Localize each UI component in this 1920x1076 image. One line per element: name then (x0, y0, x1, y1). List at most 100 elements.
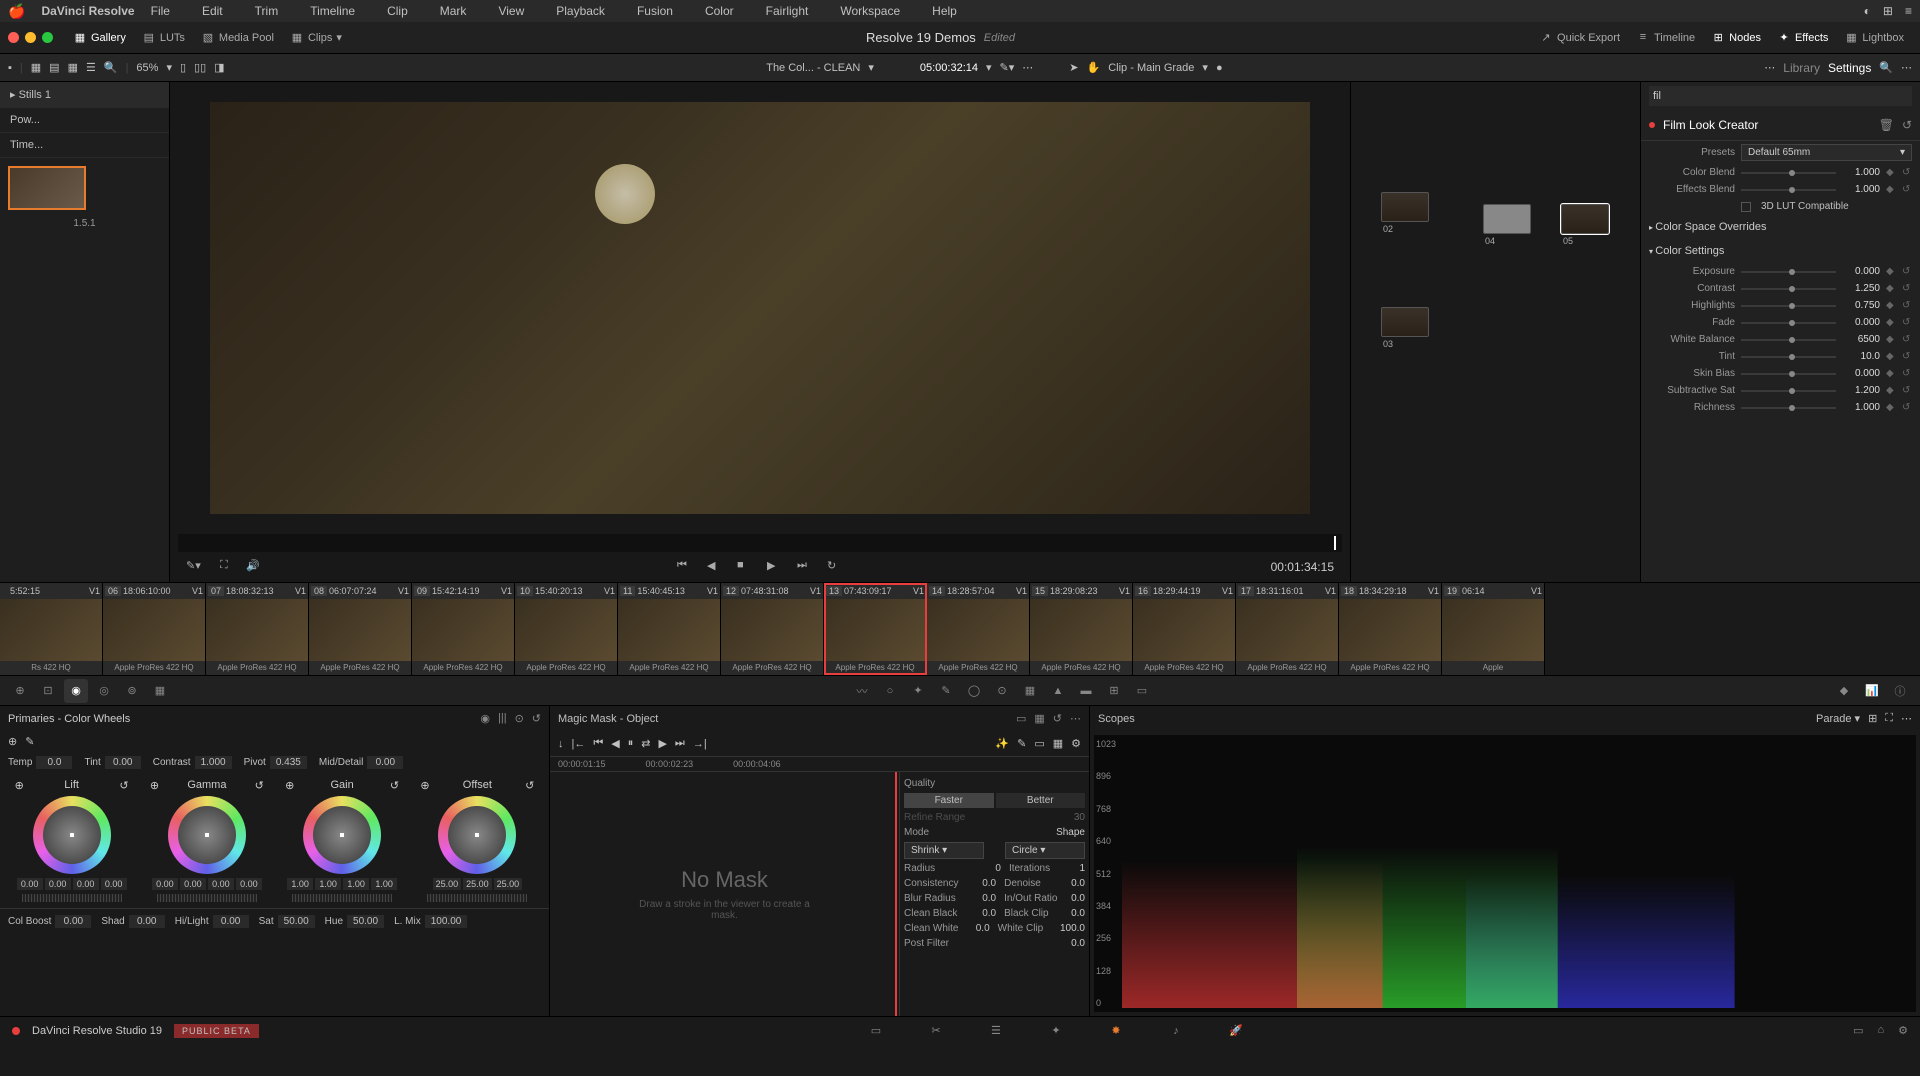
quick-export-button[interactable]: ↗Quick Export (1531, 27, 1628, 49)
reset-icon[interactable]: ↺ (1902, 184, 1912, 195)
tool-icon[interactable]: ⊚ (120, 679, 144, 703)
keyframe-icon[interactable]: ◆ (1886, 334, 1896, 345)
reset-icon[interactable]: ↺ (1902, 368, 1912, 379)
param-value[interactable]: 0.00 (105, 756, 141, 769)
wheel-value[interactable]: 1.00 (371, 878, 397, 890)
keyframe-icon[interactable]: ◆ (1886, 184, 1896, 195)
param-value[interactable]: 0.00 (367, 756, 403, 769)
timeline-button[interactable]: ≡Timeline (1628, 27, 1703, 49)
reset-icon[interactable]: ↺ (1902, 317, 1912, 328)
view-list-icon[interactable]: ☰ (86, 61, 96, 74)
param-slider[interactable] (1741, 356, 1836, 358)
reset-icon[interactable]: ↺ (1902, 118, 1912, 132)
luts-button[interactable]: ▤LUTs (134, 27, 193, 49)
wheel-value[interactable]: 0.00 (236, 878, 262, 890)
color-wheel-lift[interactable] (33, 796, 111, 874)
deliver-page-icon[interactable]: 🚀 (1226, 1021, 1246, 1041)
menu-extra-icon[interactable]: ⊞ (1883, 4, 1893, 18)
param-value[interactable]: 0.0 (971, 908, 996, 919)
param-value[interactable]: 1.000 (195, 756, 232, 769)
first-frame-icon[interactable]: ⏮ (677, 559, 693, 575)
color-wheel-gamma[interactable] (168, 796, 246, 874)
param-value[interactable]: 0.00 (213, 915, 249, 928)
prev-icon[interactable]: ◀ (611, 737, 619, 750)
wheel-value[interactable]: 0.00 (180, 878, 206, 890)
color-page-icon[interactable]: ✸ (1106, 1021, 1126, 1041)
param-value[interactable]: 10.0 (1842, 351, 1880, 362)
wheel-value[interactable]: 0.00 (101, 878, 127, 890)
menu-extra-icon[interactable]: ◐ (1864, 4, 1871, 18)
node-03[interactable] (1381, 307, 1429, 337)
trash-icon[interactable]: 🗑 (1879, 118, 1894, 132)
param-value[interactable]: 0.000 (1842, 368, 1880, 379)
menu-item[interactable]: Fairlight (766, 4, 809, 18)
param-slider[interactable] (1741, 339, 1836, 341)
clip-thumbnail[interactable]: 1518:29:08:23V1Apple ProRes 422 HQ (1030, 583, 1133, 675)
tool-icon[interactable]: ◆ (1832, 679, 1856, 703)
param-value[interactable]: 0.0 (971, 893, 996, 904)
param-value[interactable]: 100.0 (1060, 923, 1085, 934)
tool-icon[interactable]: ⊙ (990, 679, 1014, 703)
param-value[interactable]: 0.435 (270, 756, 307, 769)
play-icon[interactable]: ▶ (767, 559, 783, 575)
mask-icon[interactable]: ▭ (1016, 712, 1026, 725)
zoom-value[interactable]: 65% (136, 62, 158, 74)
wheel-value[interactable]: 0.00 (45, 878, 71, 890)
reset-icon[interactable]: ↺ (1053, 712, 1062, 725)
keyframe-icon[interactable]: ◆ (1886, 402, 1896, 413)
effects-search-input[interactable] (1649, 86, 1912, 106)
fusion-page-icon[interactable]: ✦ (1046, 1021, 1066, 1041)
clip-thumbnail[interactable]: 0806:07:07:24V1Apple ProRes 422 HQ (309, 583, 412, 675)
eyedropper-icon[interactable]: ✎▾ (186, 559, 202, 575)
picker-icon[interactable]: ⊕ (285, 779, 294, 792)
clip-mode[interactable]: Clip - Main Grade (1108, 62, 1194, 74)
menu-item[interactable]: Workspace (840, 4, 900, 18)
last-frame-icon[interactable]: ⏭ (675, 737, 685, 750)
effects-button[interactable]: ✦Effects (1769, 27, 1836, 49)
node-05[interactable] (1561, 204, 1609, 234)
param-value[interactable]: 1.250 (1842, 283, 1880, 294)
param-value[interactable]: 1.000 (1842, 402, 1880, 413)
menu-item[interactable]: Clip (387, 4, 408, 18)
reset-icon[interactable]: ↺ (119, 779, 128, 792)
wand-icon[interactable]: ✎▾ (1000, 61, 1015, 74)
wand-icon[interactable]: ✎ (1017, 737, 1026, 750)
color-wheel-offset[interactable] (438, 796, 516, 874)
home-icon[interactable]: ⌂ (1877, 1024, 1884, 1037)
hand-icon[interactable]: ✋ (1087, 61, 1101, 74)
param-value[interactable]: 50.00 (278, 915, 315, 928)
menu-item[interactable]: File (151, 4, 170, 18)
split-icon[interactable]: ▯▯ (194, 61, 206, 74)
pause-icon[interactable]: ⏸ (628, 737, 634, 750)
param-slider[interactable] (1741, 172, 1836, 174)
param-value[interactable]: 0.0 (966, 923, 989, 934)
3d-lut-checkbox[interactable] (1741, 202, 1751, 212)
param-value[interactable]: 0.000 (1842, 266, 1880, 277)
transport-timecode[interactable]: 00:01:34:15 (1271, 560, 1334, 574)
media-page-icon[interactable]: ▭ (866, 1021, 886, 1041)
keyframe-icon[interactable]: ◆ (1886, 266, 1896, 277)
tool-icon[interactable]: ○ (878, 679, 902, 703)
param-value[interactable]: 100.00 (425, 915, 468, 928)
clip-thumbnail[interactable]: 1418:28:57:04V1Apple ProRes 422 HQ (927, 583, 1030, 675)
param-slider[interactable] (1741, 390, 1836, 392)
parade-scope[interactable]: 10238967686405123842561280 (1094, 735, 1916, 1012)
search-icon[interactable]: 🔍 (1879, 61, 1893, 74)
search-icon[interactable]: 🔍 (104, 61, 118, 74)
node-02[interactable] (1381, 192, 1429, 222)
reset-icon[interactable]: ↺ (525, 779, 534, 792)
menu-item[interactable]: Edit (202, 4, 223, 18)
jog-wheel[interactable] (427, 894, 527, 902)
settings-icon[interactable]: ⚙ (1898, 1024, 1908, 1037)
color-wheel-gain[interactable] (303, 796, 381, 874)
clip-thumbnail[interactable]: 1618:29:44:19V1Apple ProRes 422 HQ (1133, 583, 1236, 675)
loop-icon[interactable]: ↻ (827, 559, 843, 575)
split-icon[interactable]: ▯ (180, 61, 186, 74)
reset-icon[interactable]: ↺ (1902, 266, 1912, 277)
node-04[interactable] (1483, 204, 1531, 234)
wheel-value[interactable]: 0.00 (73, 878, 99, 890)
view-icon[interactable]: ▦ (68, 61, 78, 74)
param-slider[interactable] (1741, 305, 1836, 307)
tool-icon[interactable]: ✦ (906, 679, 930, 703)
picker-icon[interactable]: ✎ (25, 735, 34, 748)
